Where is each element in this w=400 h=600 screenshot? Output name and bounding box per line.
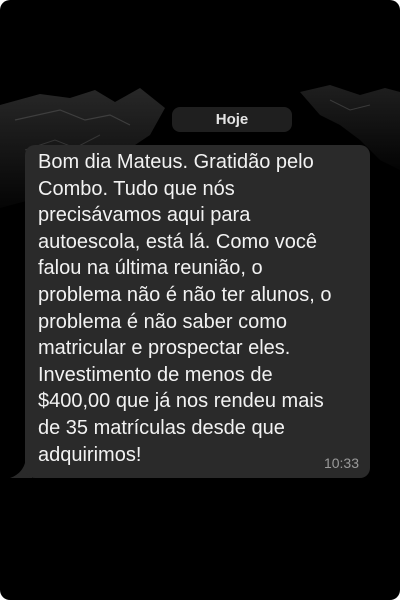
message-bubble[interactable]: Bom dia Mateus. Gratidão pelo Combo. Tud…: [25, 145, 370, 478]
date-separator: Hoje: [172, 107, 292, 132]
chat-screen: Hoje Bom dia Mateus. Gratidão pelo Combo…: [0, 0, 400, 600]
message-timestamp: 10:33: [323, 455, 359, 471]
message-text: Bom dia Mateus. Gratidão pelo Combo. Tud…: [38, 151, 332, 466]
